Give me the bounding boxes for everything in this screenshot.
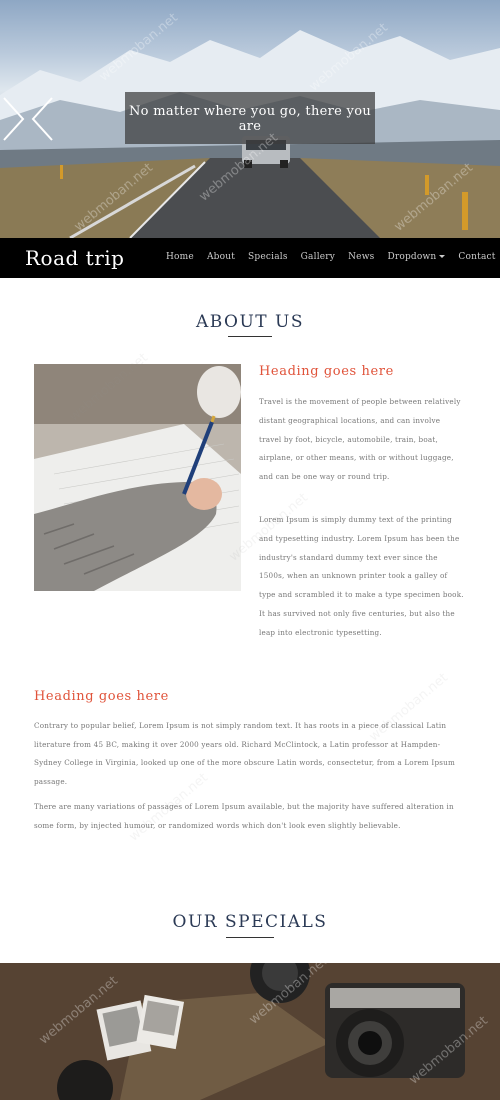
about-writing-photo bbox=[34, 364, 241, 591]
slider-prev-icon[interactable] bbox=[30, 96, 56, 142]
nav-item-news[interactable]: News bbox=[348, 252, 374, 262]
about-text-travel: Travel is the movement of people between… bbox=[259, 397, 461, 482]
about-text-lorem: Lorem Ipsum is simply dummy text of the … bbox=[259, 515, 464, 637]
about-section-title: ABOUT US bbox=[195, 312, 305, 332]
nav-item-specials[interactable]: Specials bbox=[248, 252, 288, 262]
main-navbar: Road trip Home About Specials Gallery Ne… bbox=[0, 238, 500, 278]
about-text-variations: There are many variations of passages of… bbox=[34, 802, 454, 830]
specials-title-divider bbox=[226, 937, 274, 938]
specials-section-title: OUR SPECIALS bbox=[172, 912, 328, 932]
nav-item-gallery[interactable]: Gallery bbox=[301, 252, 335, 262]
hero-slider: No matter where you go, there you are we… bbox=[0, 0, 500, 238]
about-heading-right: Heading goes here bbox=[259, 364, 394, 379]
nav-item-dropdown-wrap[interactable]: Dropdown bbox=[387, 252, 446, 262]
about-heading-full: Heading goes here bbox=[34, 689, 169, 704]
nav-item-about[interactable]: About bbox=[207, 252, 235, 262]
nav-item-contact[interactable]: Contact bbox=[458, 252, 495, 262]
specials-camera-image: webmoban.net webmoban.net webmoban.net bbox=[0, 963, 500, 1100]
slider-caption: No matter where you go, there you are bbox=[125, 92, 375, 144]
nav-item-dropdown[interactable]: Dropdown bbox=[387, 252, 436, 262]
caret-down-icon bbox=[439, 255, 446, 258]
nav-menu: Home About Specials Gallery News Dropdow… bbox=[166, 252, 496, 262]
slider-next-icon[interactable] bbox=[0, 96, 26, 142]
about-text-contrary: Contrary to popular belief, Lorem Ipsum … bbox=[34, 721, 455, 786]
about-title-divider bbox=[228, 336, 272, 337]
brand-logo[interactable]: Road trip bbox=[25, 246, 124, 270]
nav-item-home[interactable]: Home bbox=[166, 252, 194, 262]
